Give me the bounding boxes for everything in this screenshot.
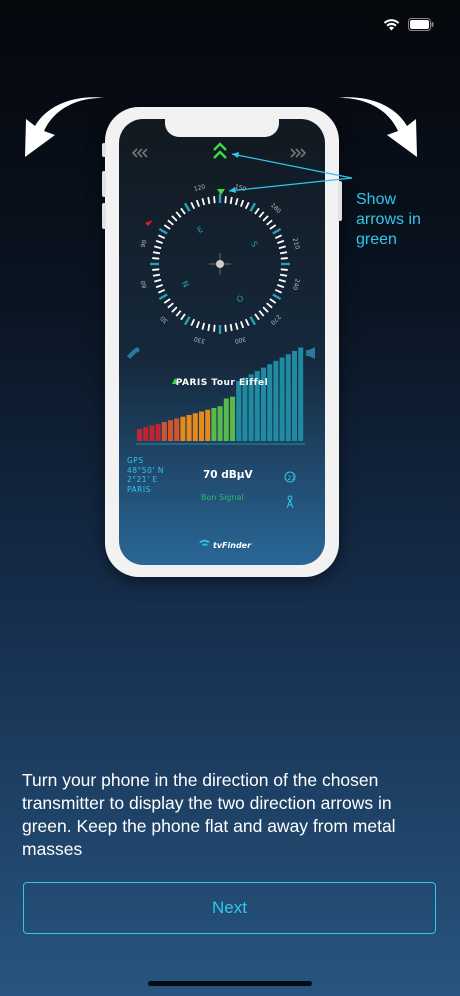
settings-wrench-icon: [127, 347, 140, 359]
compass-tick: [167, 302, 174, 309]
signal-bar: [267, 364, 273, 441]
signal-bar: [174, 418, 180, 441]
compass-tick: [158, 293, 168, 301]
signal-bar: [192, 413, 198, 441]
home-indicator: [148, 981, 312, 986]
annotation-line-2: arrows in: [356, 211, 421, 228]
compass-tick: [171, 306, 178, 313]
signal-bar: [236, 381, 242, 441]
compass-degree-label: 60: [140, 280, 149, 289]
signal-level: 70 dBµV: [203, 469, 253, 481]
compass-tick: [183, 316, 191, 326]
compass-tick: [152, 268, 160, 271]
compass-tick: [224, 324, 227, 332]
compass-tick: [269, 298, 277, 304]
gps-label: GPS: [127, 456, 144, 465]
compass-tick: [274, 288, 283, 294]
signal-bar: [292, 350, 297, 441]
compass-tick: [163, 298, 171, 304]
compass-degree-label: 300: [234, 335, 247, 345]
signal-bar: [186, 415, 192, 441]
gps-coordinates: GPS 48°50' N 2°21' E PARIS: [127, 456, 164, 494]
compass-tick: [249, 316, 257, 326]
compass-tick: [278, 278, 286, 283]
signal-bar: [137, 429, 142, 441]
gps-city: PARIS: [127, 484, 151, 494]
antenna-icon: [286, 495, 294, 509]
compass-tick: [240, 321, 245, 329]
compass-degree-label: 270: [269, 313, 282, 326]
annotation-line-3: green: [356, 231, 397, 248]
signal-bar: [279, 357, 285, 441]
signal-bar: [298, 347, 304, 441]
compass-tick: [175, 310, 182, 317]
compass-tick: [207, 323, 211, 332]
signal-bar: [168, 420, 173, 441]
compass-tick: [154, 278, 162, 283]
compass-tick: [213, 324, 216, 332]
compass-tick: [180, 313, 186, 321]
compass-cardinal-letter: N: [180, 279, 191, 289]
compass-tick: [279, 273, 288, 277]
compass-tick: [277, 284, 285, 289]
compass-tick: [201, 322, 206, 330]
signal-status: Bon Signal: [201, 493, 244, 502]
speaker-icon: [306, 347, 315, 359]
compass-tick: [258, 310, 265, 317]
signal-bar: [273, 360, 279, 441]
signal-bar: [285, 354, 291, 441]
compass-tick: [157, 288, 166, 294]
signal-bar: [149, 425, 155, 441]
next-button[interactable]: Next: [23, 882, 436, 934]
annotation-text: Show arrows in green: [356, 190, 446, 250]
compass-tick: [254, 313, 260, 321]
signal-bar: [211, 408, 217, 441]
compass-degree-label: 330: [193, 335, 206, 345]
info-circle-icon: 21: [284, 471, 296, 483]
compass-tick: [190, 318, 196, 327]
station-label: PARIS Tour Eiffel: [175, 378, 269, 388]
signal-bar: [230, 396, 235, 441]
signal-bar: [205, 409, 211, 441]
compass-tick: [195, 321, 200, 329]
tvfinder-logo-icon: [199, 539, 210, 546]
signal-bar: [217, 406, 223, 441]
compass-tick: [244, 318, 250, 327]
annotation-line-1: Show: [356, 191, 397, 208]
compass-tick: [229, 323, 233, 332]
signal-bar: [143, 427, 149, 441]
app-logo-text: tvFinder: [213, 541, 252, 550]
signal-bar: [223, 398, 229, 441]
compass-tick: [262, 306, 269, 313]
signal-bar: [161, 422, 167, 441]
compass-tick: [280, 268, 288, 271]
compass-cardinal-letter: O: [235, 293, 245, 304]
signal-bar: [199, 411, 204, 441]
compass-tick: [155, 284, 163, 289]
gps-latitude: 48°50' N: [127, 465, 164, 475]
instruction-text: Turn your phone in the direction of the …: [22, 770, 396, 859]
signal-bar: [155, 423, 161, 441]
gps-longitude: 2°21' E: [127, 475, 158, 484]
signal-bar: [180, 416, 186, 441]
compass-degree-label: 30: [159, 314, 169, 324]
compass-tick: [152, 273, 161, 277]
compass-degree-label: 240: [291, 278, 301, 291]
compass-tick: [234, 322, 239, 330]
compass-tick: [266, 302, 273, 309]
compass-tick: [272, 293, 282, 301]
svg-text:21: 21: [288, 475, 296, 482]
